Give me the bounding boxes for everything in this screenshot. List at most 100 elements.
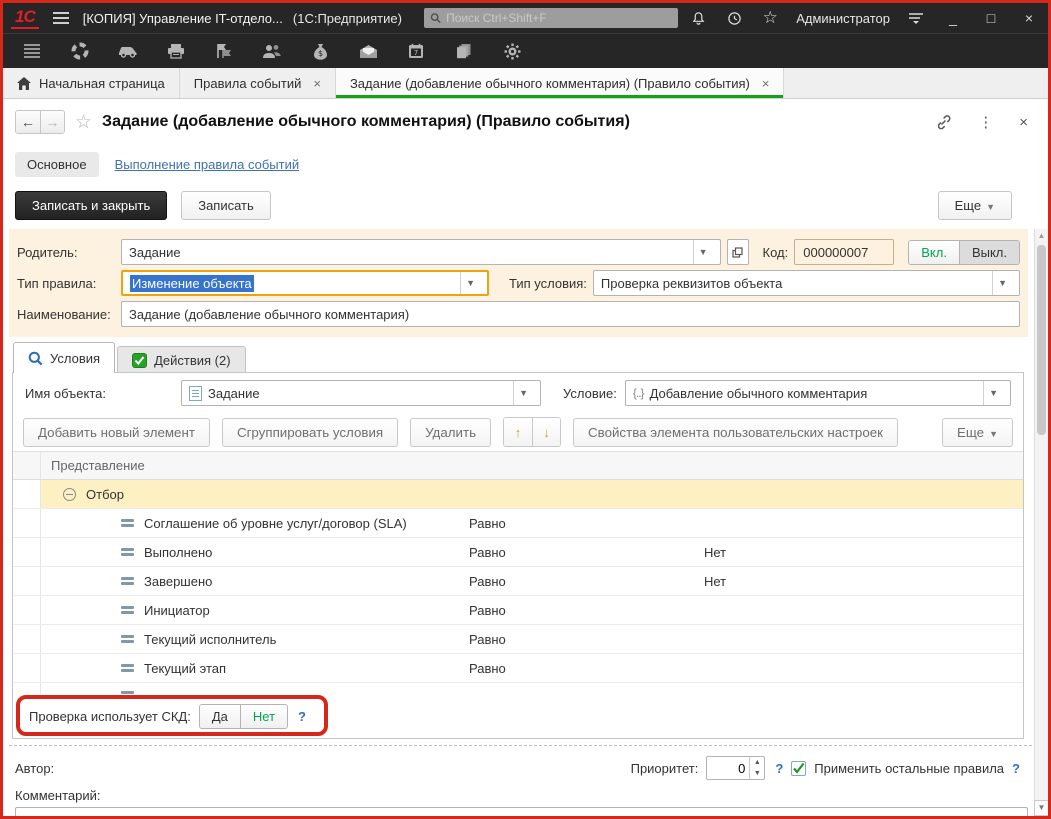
object-name-field[interactable]: Задание ▼ — [181, 380, 541, 406]
chevron-down-icon[interactable]: ▼ — [513, 381, 533, 405]
rule-type-field[interactable]: Изменение объекта ▼ — [121, 270, 489, 296]
name-field[interactable]: Задание (добавление обычного комментария… — [121, 301, 1020, 327]
support-ring-icon[interactable] — [69, 40, 91, 62]
tab-task-rule-label: Задание (добавление обычного комментария… — [350, 76, 750, 91]
spin-up-icon[interactable]: ▲ — [750, 757, 764, 768]
chevron-down-icon[interactable]: ▼ — [992, 271, 1012, 295]
search-input[interactable] — [446, 11, 672, 25]
enable-on-button[interactable]: Вкл. — [909, 241, 959, 264]
table-row-clipped[interactable] — [13, 683, 1023, 694]
skd-help-icon[interactable]: ? — [298, 709, 306, 724]
history-icon[interactable] — [724, 8, 744, 28]
table-row[interactable]: Текущий этап Равно — [13, 654, 1023, 683]
collapse-group-icon[interactable] — [63, 488, 76, 501]
move-up-icon[interactable]: ↑ — [504, 418, 532, 446]
delete-button[interactable]: Удалить — [410, 418, 491, 447]
chevron-down-icon[interactable]: ▼ — [693, 240, 713, 264]
scroll-down-icon[interactable]: ▼ — [1034, 800, 1048, 816]
users-icon[interactable] — [261, 40, 283, 62]
more-commands-button[interactable]: Еще▼ — [938, 191, 1012, 220]
global-search[interactable] — [424, 8, 678, 28]
tab-conditions-label: Условия — [50, 351, 100, 366]
minimize-button[interactable]: _ — [942, 10, 964, 26]
vertical-scrollbar[interactable]: ▲ ▼ — [1034, 229, 1048, 816]
more-menu-icon[interactable]: ⋮ — [978, 113, 993, 131]
tab-conditions[interactable]: Условия — [13, 342, 115, 373]
table-row[interactable]: Выполнено Равно Нет — [13, 538, 1023, 567]
table-more-button[interactable]: Еще▼ — [942, 418, 1013, 447]
apply-rest-checkbox[interactable] — [791, 761, 806, 776]
money-bag-icon[interactable]: $ — [309, 40, 331, 62]
close-tab-icon[interactable]: × — [313, 76, 321, 91]
printer-icon[interactable] — [165, 40, 187, 62]
priority-input[interactable] — [707, 757, 749, 779]
nav-main[interactable]: Основное — [15, 152, 99, 177]
parent-field[interactable]: Задание ▼ — [121, 239, 721, 265]
copies-icon[interactable] — [453, 40, 475, 62]
vehicle-icon[interactable] — [117, 40, 139, 62]
filter-item-icon — [121, 577, 134, 585]
menu-icon[interactable] — [21, 40, 43, 62]
spin-down-icon[interactable]: ▼ — [750, 768, 764, 779]
gear-icon[interactable] — [501, 40, 523, 62]
favorite-star-icon[interactable]: ☆ — [75, 111, 92, 134]
form-nav: Основное Выполнение правила событий — [3, 145, 1048, 183]
table-row[interactable]: Соглашение об уровне услуг/договор (SLA)… — [13, 509, 1023, 538]
row-name: Соглашение об уровне услуг/договор (SLA) — [144, 516, 407, 531]
table-header-row[interactable]: Представление — [13, 452, 1023, 480]
rule-type-value: Изменение объекта — [130, 275, 254, 292]
table-row[interactable]: Завершено Равно Нет — [13, 567, 1023, 596]
calendar-icon[interactable]: 7 — [405, 40, 427, 62]
mail-icon[interactable] — [357, 40, 379, 62]
tab-home[interactable]: Начальная страница — [3, 68, 180, 98]
get-link-icon[interactable] — [935, 115, 952, 130]
main-menu-icon[interactable] — [49, 8, 73, 28]
skd-no-button[interactable]: Нет — [240, 705, 287, 728]
favorites-star-icon[interactable]: ☆ — [760, 8, 780, 28]
current-user[interactable]: Администратор — [796, 11, 890, 26]
comment-input[interactable] — [15, 807, 1028, 816]
save-close-button[interactable]: Записать и закрыть — [15, 191, 167, 220]
tab-actions[interactable]: Действия (2) — [117, 346, 245, 373]
service-menu-icon[interactable] — [906, 8, 926, 28]
close-form-icon[interactable]: × — [1019, 114, 1028, 131]
group-label: Отбор — [86, 487, 124, 502]
table-group-row[interactable]: Отбор — [13, 480, 1023, 509]
tab-event-rules-label: Правила событий — [194, 76, 302, 91]
add-element-button[interactable]: Добавить новый элемент — [23, 418, 210, 447]
bell-icon[interactable] — [688, 8, 708, 28]
skd-yes-button[interactable]: Да — [200, 705, 240, 728]
apply-rest-help-icon[interactable]: ? — [1012, 761, 1020, 776]
user-settings-props-button[interactable]: Свойства элемента пользовательских настр… — [573, 418, 898, 447]
close-window-button[interactable]: × — [1018, 10, 1040, 26]
open-parent-button[interactable] — [727, 239, 749, 265]
row-name: Текущий исполнитель — [144, 632, 276, 647]
tab-task-rule[interactable]: Задание (добавление обычного комментария… — [336, 68, 784, 98]
priority-help-icon[interactable]: ? — [775, 761, 783, 776]
application-window: 1С [КОПИЯ] Управление IT-отдело... (1С:П… — [0, 0, 1051, 819]
chevron-down-icon: ▼ — [989, 429, 998, 439]
close-tab-icon[interactable]: × — [762, 76, 770, 91]
table-row[interactable]: Текущий исполнитель Равно — [13, 625, 1023, 654]
move-down-icon[interactable]: ↓ — [532, 418, 560, 446]
maximize-button[interactable]: □ — [980, 10, 1002, 26]
condition-value: Добавление обычного комментария — [650, 386, 868, 401]
save-button[interactable]: Записать — [181, 191, 271, 220]
group-conditions-button[interactable]: Сгруппировать условия — [222, 418, 398, 447]
scrollbar-thumb[interactable] — [1037, 245, 1046, 435]
window-title: [КОПИЯ] Управление IT-отдело... — [83, 11, 283, 26]
nav-rule-execution-link[interactable]: Выполнение правила событий — [115, 157, 300, 172]
tab-event-rules[interactable]: Правила событий × — [180, 68, 336, 98]
flags-icon[interactable] — [213, 40, 235, 62]
table-row[interactable]: Инициатор Равно — [13, 596, 1023, 625]
forward-button[interactable]: → — [40, 111, 64, 133]
conditions-panel: Имя объекта: Задание ▼ Условие: {..} Доб… — [12, 372, 1024, 739]
scroll-up-icon[interactable]: ▲ — [1035, 231, 1048, 240]
object-row: Имя объекта: Задание ▼ Условие: {..} Доб… — [13, 373, 1023, 413]
condition-field[interactable]: {..} Добавление обычного комментария ▼ — [625, 380, 1011, 406]
chevron-down-icon[interactable]: ▼ — [983, 381, 1003, 405]
cond-type-field[interactable]: Проверка реквизитов объекта ▼ — [593, 270, 1020, 296]
back-button[interactable]: ← — [16, 111, 40, 133]
enable-off-button[interactable]: Выкл. — [959, 241, 1019, 264]
chevron-down-icon[interactable]: ▼ — [460, 272, 480, 294]
